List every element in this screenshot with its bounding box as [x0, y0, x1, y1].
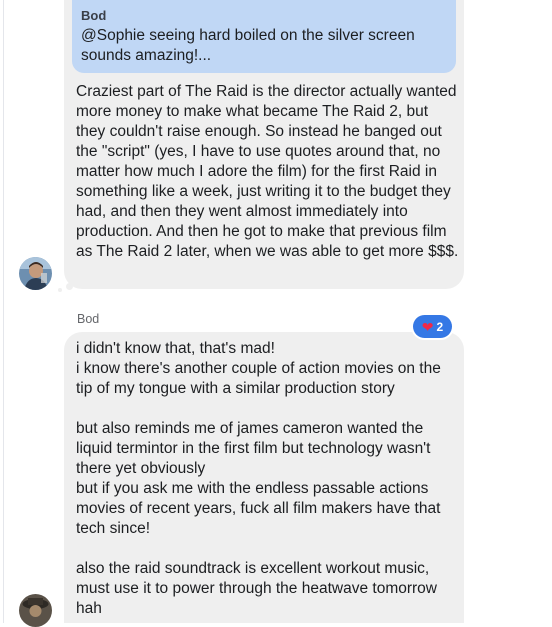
bubble-tail-dot: [58, 288, 62, 292]
message-text: Craziest part of The Raid is the directo…: [76, 83, 461, 260]
avatar-photo-icon: [19, 257, 52, 290]
reaction-count: 2: [436, 319, 444, 334]
avatar[interactable]: [19, 257, 52, 290]
bubble-tail: [66, 283, 73, 290]
sender-name[interactable]: Bod: [77, 312, 99, 326]
quoted-author: Bod: [81, 8, 107, 23]
quoted-reply[interactable]: Bod @Sophie seeing hard boiled on the si…: [72, 0, 456, 73]
quoted-text: @Sophie seeing hard boiled on the silver…: [81, 27, 415, 64]
avatar[interactable]: [19, 594, 52, 627]
heart-icon: ❤: [421, 318, 434, 335]
reaction-badge[interactable]: ❤ 2: [413, 315, 452, 338]
avatar-photo-icon: [19, 594, 52, 627]
message-text: i didn't know that, that's mad! i know t…: [76, 340, 441, 617]
thread-left-border: [3, 0, 4, 623]
